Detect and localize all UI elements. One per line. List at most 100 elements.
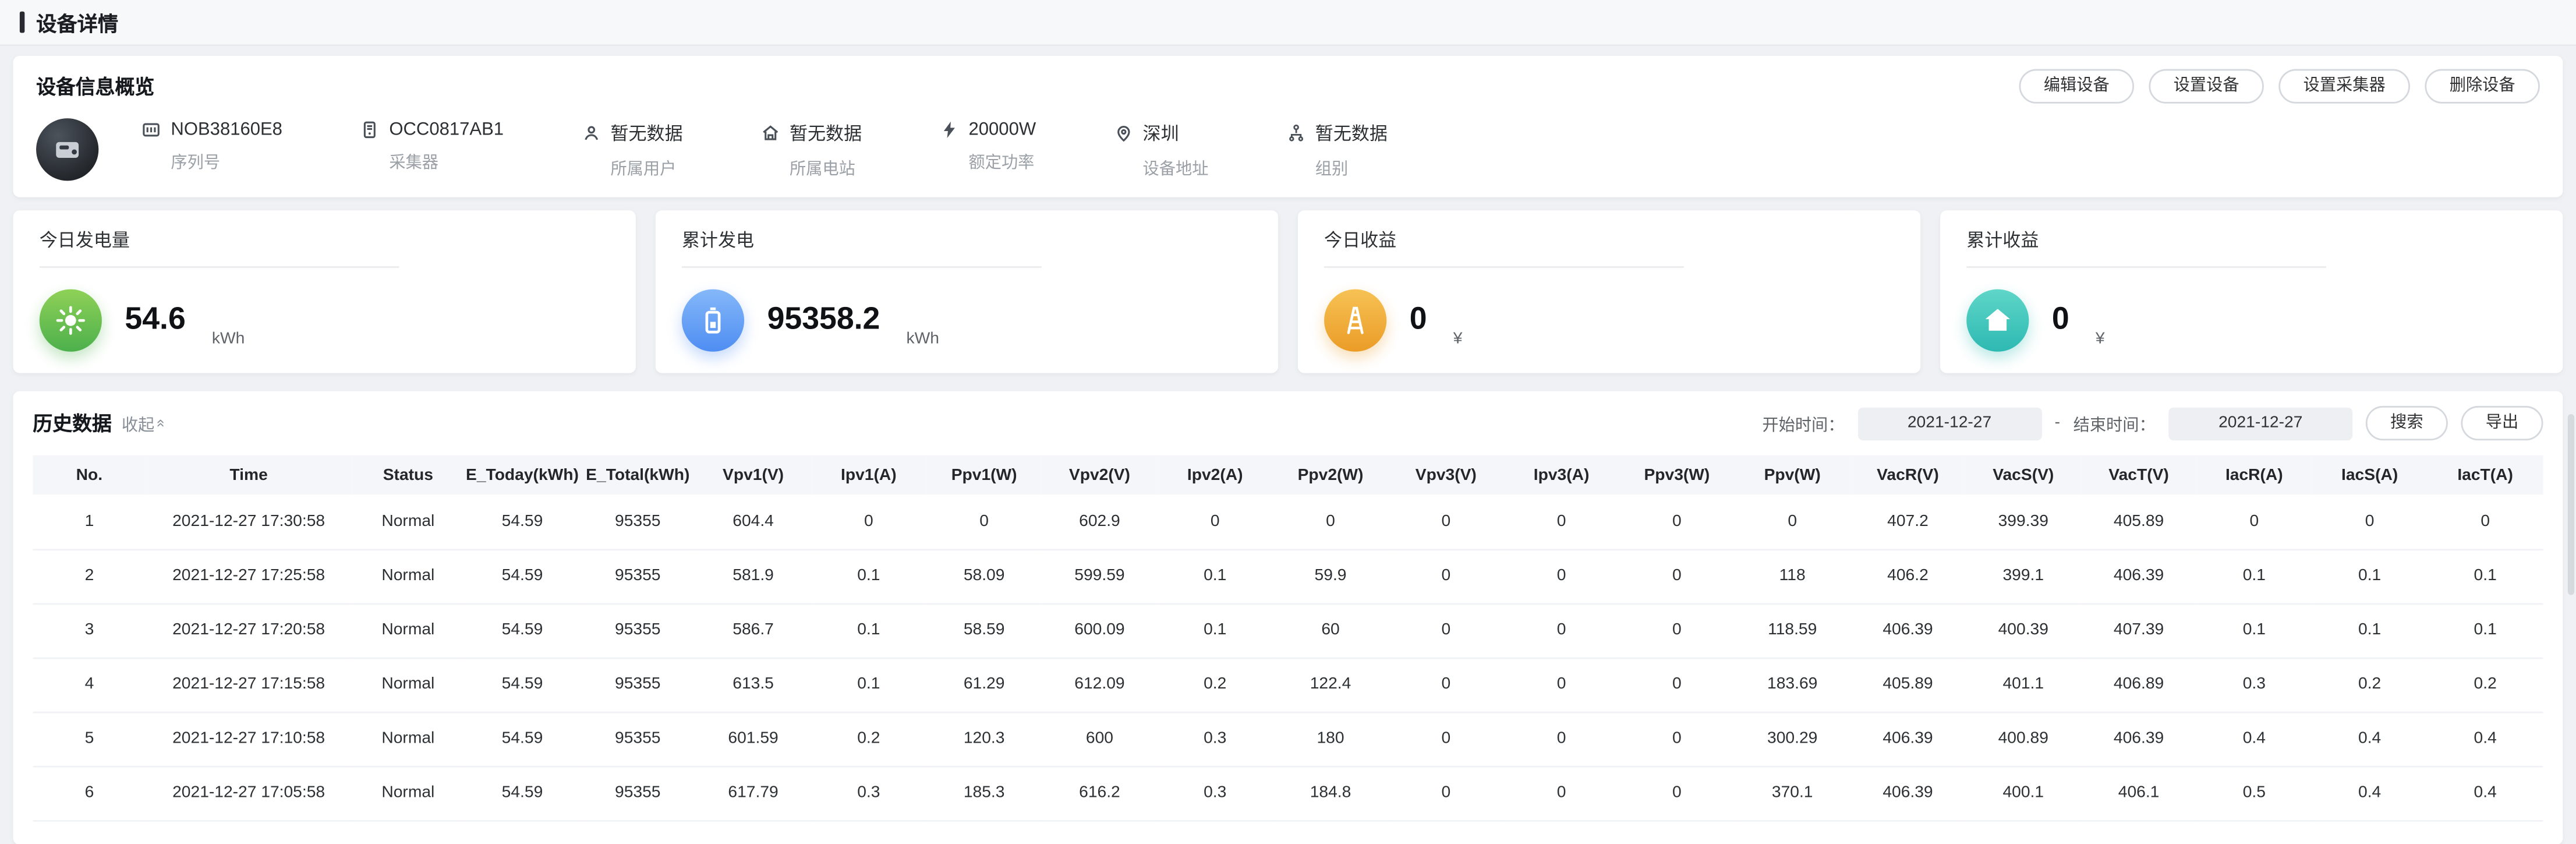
table-cell: 0.3 <box>811 766 926 820</box>
date-range-separator: - <box>2055 414 2060 432</box>
end-date-input[interactable]: 2021-12-27 <box>2168 407 2352 439</box>
table-cell: 0 <box>1619 603 1735 657</box>
table-cell: 6 <box>33 766 146 820</box>
table-cell: 0.1 <box>2312 549 2428 603</box>
search-button[interactable]: 搜索 <box>2366 406 2448 440</box>
collapse-label: 收起 <box>122 411 154 435</box>
device-photo <box>36 118 98 181</box>
power-icon <box>939 120 959 140</box>
table-row: 62021-12-27 17:05:58Normal54.5995355617.… <box>33 766 2543 820</box>
device-overview-card: 设备信息概览 编辑设备设置设备设置采集器删除设备 NOB38160E8序列号OC… <box>13 56 2563 197</box>
serial-number-icon <box>141 120 161 140</box>
delete-device-button[interactable]: 删除设备 <box>2425 69 2539 103</box>
table-cell: 0.2 <box>1158 658 1273 712</box>
table-cell: 604.4 <box>695 495 811 549</box>
page-title: 设备详情 <box>36 6 118 38</box>
column-header-ipv3-a: Ipv3(A) <box>1503 455 1619 495</box>
table-cell: 300.29 <box>1735 712 1850 766</box>
table-cell: 61.29 <box>926 658 1042 712</box>
page-header: 设备详情 <box>0 0 2576 46</box>
device-info-value: 暂无数据 <box>1315 120 1388 146</box>
table-cell: 54.59 <box>465 603 580 657</box>
house-icon <box>1966 289 2029 352</box>
table-cell: 0 <box>2196 495 2312 549</box>
table-cell: 1 <box>33 495 146 549</box>
table-cell: 0.4 <box>2428 712 2543 766</box>
start-time-label: 开始时间： <box>1762 411 1844 435</box>
table-cell: Normal <box>352 603 465 657</box>
table-cell: 0 <box>1388 766 1503 820</box>
table-cell: 0.1 <box>811 658 926 712</box>
table-cell: 54.59 <box>465 712 580 766</box>
table-cell: 407.2 <box>1850 495 1965 549</box>
table-cell: 616.2 <box>1042 766 1157 820</box>
start-date-input[interactable]: 2021-12-27 <box>1857 407 2041 439</box>
table-cell: 0.1 <box>2428 549 2543 603</box>
device-info-value: 暂无数据 <box>610 120 682 146</box>
table-cell: 405.89 <box>2081 495 2196 549</box>
history-filters: 开始时间： 2021-12-27 - 结束时间： 2021-12-27 搜索 导… <box>1762 406 2543 440</box>
device-info-label: 所属用户 <box>610 154 682 179</box>
column-header-vpv1-v: Vpv1(V) <box>695 455 811 495</box>
device-info-value: NOB38160E8 <box>171 120 282 140</box>
table-cell: 613.5 <box>695 658 811 712</box>
history-title-group: 历史数据 收起 » <box>33 411 164 435</box>
table-cell: 0 <box>1158 495 1273 549</box>
table-cell: 2021-12-27 17:10:58 <box>146 712 351 766</box>
pylon-icon <box>1324 289 1386 352</box>
device-info-label: 额定功率 <box>969 148 1036 172</box>
set-collector-button[interactable]: 设置采集器 <box>2278 69 2410 103</box>
device-info-label: 所属电站 <box>790 154 862 179</box>
group-icon <box>1286 123 1305 143</box>
set-device-button[interactable]: 设置设备 <box>2149 69 2263 103</box>
battery-icon <box>682 289 744 352</box>
column-header-time: Time <box>146 455 351 495</box>
table-cell: 0 <box>1388 495 1503 549</box>
history-header: 历史数据 收起 » 开始时间： 2021-12-27 - 结束时间： 2021-… <box>33 406 2543 440</box>
table-cell: 0 <box>1273 495 1388 549</box>
table-cell: 0.4 <box>2312 712 2428 766</box>
table-cell: 58.59 <box>926 603 1042 657</box>
table-cell: 0.2 <box>2428 658 2543 712</box>
edit-device-button[interactable]: 编辑设备 <box>2019 69 2134 103</box>
table-cell: 601.59 <box>695 712 811 766</box>
user-icon <box>581 123 601 143</box>
column-header-ppv1-w: Ppv1(W) <box>926 455 1042 495</box>
table-cell: 406.39 <box>2081 549 2196 603</box>
table-cell: 2021-12-27 17:20:58 <box>146 603 351 657</box>
generation-icon <box>40 289 102 352</box>
table-cell: 612.09 <box>1042 658 1157 712</box>
table-row: 42021-12-27 17:15:58Normal54.5995355613.… <box>33 658 2543 712</box>
table-cell: 0.3 <box>1158 712 1273 766</box>
history-data-card: 历史数据 收起 » 开始时间： 2021-12-27 - 结束时间： 2021-… <box>13 391 2563 843</box>
table-cell: 95355 <box>580 549 695 603</box>
collapse-toggle[interactable]: 收起 » <box>122 411 164 435</box>
end-time-label: 结束时间： <box>2073 411 2156 435</box>
title-accent-bar <box>20 12 24 33</box>
table-cell: 54.59 <box>465 549 580 603</box>
export-button[interactable]: 导出 <box>2461 406 2543 440</box>
device-info-item: OCC0817AB1采集器 <box>360 120 504 179</box>
table-cell: 180 <box>1273 712 1388 766</box>
table-cell: 407.39 <box>2081 603 2196 657</box>
table-cell: 58.09 <box>926 549 1042 603</box>
table-cell: 0 <box>1619 549 1735 603</box>
table-cell: 0 <box>1619 712 1735 766</box>
table-cell: 0.4 <box>2196 712 2312 766</box>
table-cell: 406.89 <box>2081 658 2196 712</box>
table-cell: 184.8 <box>1273 766 1388 820</box>
table-cell: 399.39 <box>1966 495 2081 549</box>
vertical-scrollbar-thumb[interactable] <box>2568 414 2574 595</box>
device-detail-page: 设备详情 设备信息概览 编辑设备设置设备设置采集器删除设备 NOB38160E8… <box>0 0 2576 835</box>
table-cell: 581.9 <box>695 549 811 603</box>
overview-title: 设备信息概览 <box>36 75 154 97</box>
table-cell: 0.1 <box>811 603 926 657</box>
table-cell: 0.1 <box>2428 603 2543 657</box>
table-cell: 0 <box>1388 658 1503 712</box>
column-header-ipv2-a: Ipv2(A) <box>1158 455 1273 495</box>
device-info-item: 暂无数据所属电站 <box>760 120 862 179</box>
table-cell: 599.59 <box>1042 549 1157 603</box>
column-header-e-today-kwh: E_Today(kWh) <box>465 455 580 495</box>
stat-title: 累计收益 <box>1966 227 2326 268</box>
chevron-up-icon: » <box>153 419 167 427</box>
